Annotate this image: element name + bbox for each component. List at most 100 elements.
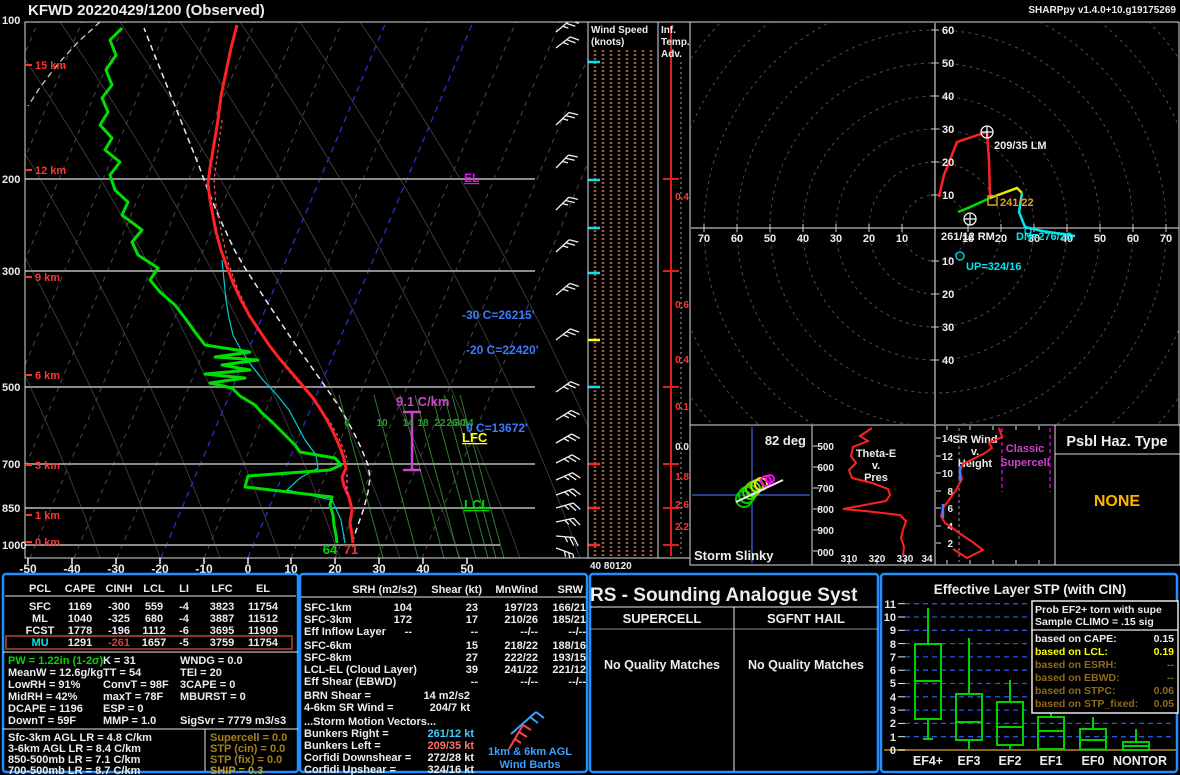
svg-text:SHIP = 0.3: SHIP = 0.3 — [210, 765, 263, 775]
svg-text:22: 22 — [434, 418, 446, 429]
svg-text:Eff Shear (EBWD): Eff Shear (EBWD) — [304, 676, 397, 688]
stp-title: Effective Layer STP (with CIN) — [934, 582, 1127, 597]
sars-supercell-body[interactable]: No Quality Matches — [604, 658, 720, 672]
svg-text:Prob EF2+ torn with supe: Prob EF2+ torn with supe — [1035, 604, 1162, 616]
svg-text:6: 6 — [947, 504, 953, 515]
svg-text:272/28 kt: 272/28 kt — [428, 752, 475, 764]
skewt-panel[interactable]: 100200 300500 700850 1000 15 km12 km 9 k… — [0, 15, 647, 576]
svg-text:based on ESRH:: based on ESRH: — [1035, 659, 1117, 671]
hodo-lm-label: 209/35 LM — [994, 140, 1047, 152]
svg-text:10: 10 — [896, 233, 908, 245]
thetae-title-2: v. — [872, 460, 880, 472]
svg-text:222/22: 222/22 — [504, 652, 538, 664]
svg-text:1657: 1657 — [142, 637, 166, 649]
lcl-label: LCL — [464, 497, 489, 512]
svg-text:188/16: 188/16 — [552, 640, 586, 652]
hodo-rm-label: 261/12 RM — [941, 231, 995, 243]
svg-text:TEI = 20: TEI = 20 — [180, 667, 222, 679]
svg-text:MidRH = 42%: MidRH = 42% — [8, 691, 78, 703]
page-title: KFWD 20220429/1200 (Observed) — [28, 2, 265, 19]
svg-text:10: 10 — [942, 256, 954, 268]
svg-text:--/--: --/-- — [568, 676, 586, 688]
wind-panel-axis: 40 80120 — [590, 561, 632, 572]
pressure-labels: 100200 300500 700850 1000 — [2, 15, 26, 552]
svg-text:-300: -300 — [108, 601, 130, 613]
temp-adv-panel[interactable]: Inf. Temp. Adv. 0.4 0.6 0.4 0.1 0.0 1.8 … — [661, 25, 690, 556]
svg-text:SFC-8km: SFC-8km — [304, 652, 352, 664]
svg-text:0.1: 0.1 — [675, 402, 689, 413]
iso-0-label: 0 C=13672' — [466, 421, 528, 435]
svg-text:3759: 3759 — [210, 637, 234, 649]
svg-text:K = 31: K = 31 — [103, 655, 136, 667]
svg-text:EF0: EF0 — [1082, 754, 1105, 768]
svg-text:--: -- — [471, 676, 479, 688]
hodo-up-label: UP=324/16 — [966, 261, 1021, 273]
svg-text:based on LCL:: based on LCL: — [1035, 646, 1108, 658]
wind-speed-panel[interactable]: Wind Speed (knots) 40 80120 — [588, 25, 651, 572]
svg-text:12 km: 12 km — [35, 165, 66, 177]
svg-text:204/7 kt: 204/7 kt — [430, 702, 471, 714]
svg-text:10: 10 — [942, 469, 954, 480]
svg-text:166/21: 166/21 — [552, 602, 586, 614]
sars-hail-body[interactable]: No Quality Matches — [748, 658, 864, 672]
skewt-background — [0, 17, 647, 563]
svg-text:0.4: 0.4 — [675, 355, 689, 366]
sars-hail-header: SGFNT HAIL — [767, 611, 845, 626]
height-labels: 15 km12 km 9 km6 km 3 km1 km 0 km — [35, 60, 66, 549]
srwind-note-2: Supercell — [1000, 457, 1050, 469]
svg-text:...Storm Motion Vectors...: ...Storm Motion Vectors... — [304, 716, 436, 728]
svg-text:Eff Inflow Layer: Eff Inflow Layer — [304, 626, 387, 638]
svg-text:320: 320 — [869, 554, 886, 565]
thetae-panel[interactable]: 500600 700800 900000 310320 33034 Theta-… — [812, 425, 935, 565]
wetbulb-trace — [222, 260, 345, 543]
svg-text:0: 0 — [890, 745, 896, 757]
svg-text:--: -- — [1167, 672, 1174, 684]
svg-text:-5: -5 — [179, 637, 189, 649]
thermo-panel[interactable]: PCLCAPE CINHLCL LILFC EL SFC1169-300559-… — [3, 574, 298, 775]
svg-text:ConvT = 98F: ConvT = 98F — [103, 679, 169, 691]
svg-text:197/23: 197/23 — [504, 602, 538, 614]
svg-text:MBURST = 0: MBURST = 0 — [180, 691, 246, 703]
hodo-trace-green — [958, 198, 990, 212]
svg-text:9: 9 — [890, 625, 896, 637]
srwind-panel[interactable]: 1412 108 64 2 SR Wind v. Height Classic … — [935, 425, 1055, 565]
sars-panel[interactable]: RS - Sounding Analogue Syst SUPERCELL SG… — [590, 574, 878, 772]
svg-text:0.6: 0.6 — [675, 300, 689, 311]
svg-text:900: 900 — [817, 526, 834, 537]
svg-text:Shear (kt): Shear (kt) — [431, 584, 482, 596]
svg-text:18: 18 — [417, 418, 429, 429]
svg-text:Corfidi Downshear =: Corfidi Downshear = — [304, 752, 411, 764]
svg-text:--/--: --/-- — [520, 626, 538, 638]
svg-text:800: 800 — [817, 505, 834, 516]
stp-panel[interactable]: Effective Layer STP (with CIN) 1110 98 7… — [881, 574, 1178, 772]
svg-text:Bunkers Left =: Bunkers Left = — [304, 740, 381, 752]
svg-text:1169: 1169 — [68, 601, 92, 613]
hodo-lm-marker — [981, 126, 993, 138]
svg-text:209/35 kt: 209/35 kt — [428, 740, 475, 752]
slinky-title: Storm Slinky — [694, 548, 774, 563]
svg-text:1.8: 1.8 — [675, 472, 689, 483]
svg-text:3 km: 3 km — [35, 460, 60, 472]
svg-text:559: 559 — [145, 601, 163, 613]
hazard-panel[interactable]: Psbl Haz. Type NONE — [1055, 425, 1180, 565]
svg-text:680: 680 — [145, 613, 163, 625]
svg-text:1291: 1291 — [68, 637, 92, 649]
svg-text:maxT = 78F: maxT = 78F — [103, 691, 164, 703]
svg-text:100: 100 — [2, 15, 20, 27]
svg-text:500: 500 — [2, 382, 20, 394]
svg-text:ML: ML — [32, 613, 48, 625]
svg-text:EF2: EF2 — [999, 754, 1022, 768]
svg-text:-4: -4 — [179, 601, 190, 613]
svg-text:10: 10 — [376, 418, 388, 429]
slinky-deg-label: 82 deg — [765, 433, 806, 448]
svg-text:193/15: 193/15 — [552, 652, 586, 664]
svg-text:15 km: 15 km — [35, 60, 66, 72]
svg-text:3: 3 — [890, 705, 896, 717]
svg-text:0.4: 0.4 — [675, 192, 689, 203]
storm-slinky-panel[interactable]: 82 deg Storm Slinky — [690, 425, 812, 565]
svg-text:60: 60 — [942, 25, 954, 37]
kinematics-panel[interactable]: SRH (m2/s2) Shear (kt) MnWind SRW SFC-1k… — [300, 574, 587, 775]
svg-text:310: 310 — [841, 554, 858, 565]
svg-text:11754: 11754 — [248, 637, 279, 649]
svg-text:324/16 kt: 324/16 kt — [428, 764, 475, 775]
